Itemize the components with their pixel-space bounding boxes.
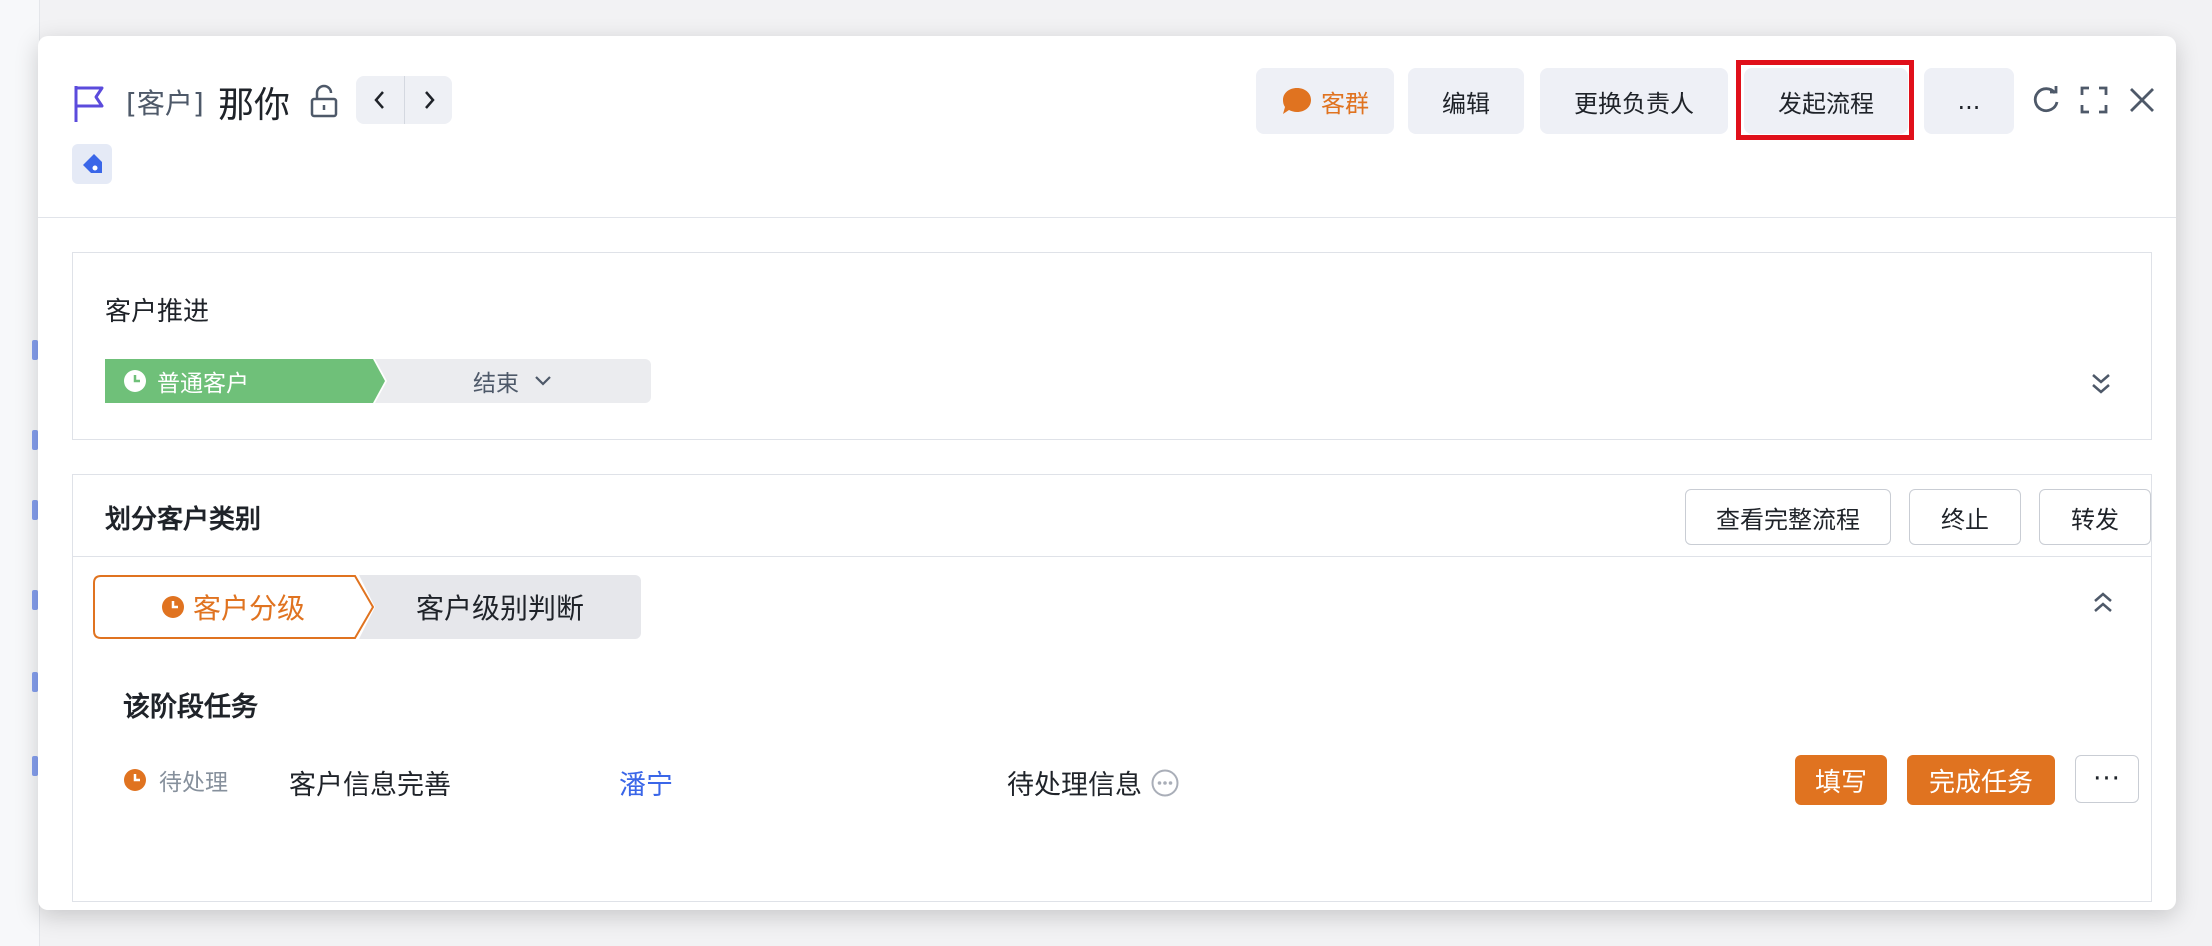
close-icon[interactable] (2124, 82, 2160, 118)
next-record-button[interactable] (404, 76, 452, 124)
flag-icon (74, 86, 104, 122)
stage-active[interactable]: 普通客户 (105, 359, 385, 403)
forward-button[interactable]: 转发 (2039, 489, 2151, 545)
record-type-label: [客户] (126, 87, 204, 120)
clock-icon (124, 769, 146, 791)
collapse-icon[interactable] (2091, 589, 2115, 615)
ellipsis-circle-icon[interactable] (1150, 768, 1180, 798)
process-stage-active[interactable]: 客户分级 (93, 575, 375, 639)
task-name: 客户信息完善 (289, 770, 451, 801)
group-chat-label: 客群 (1321, 89, 1369, 118)
customer-progress-card: 客户推进 普通客户 结束 (72, 252, 2152, 440)
task-info-label: 待处理信息 (1007, 770, 1142, 801)
process-card: 划分客户类别 查看完整流程 终止 转发 客户分级 客户级别判断 该阶段任务 待处… (72, 474, 2152, 902)
tag-button[interactable] (72, 144, 112, 184)
chevron-down-icon (535, 376, 551, 386)
stage-bar: 普通客户 结束 (105, 359, 651, 403)
task-status: 待处理 (123, 763, 228, 797)
prev-record-button[interactable] (356, 76, 404, 124)
chat-bubble-icon (1283, 88, 1311, 114)
stage-end[interactable]: 结束 (375, 359, 651, 403)
clock-icon (161, 596, 184, 618)
expand-icon[interactable] (2089, 371, 2113, 397)
process-stage-next[interactable]: 客户级别判断 (359, 575, 641, 639)
record-name: 那你 (218, 85, 291, 126)
prev-icon (374, 91, 384, 109)
process-stage-text: 客户分级 (192, 592, 305, 625)
process-stages: 客户分级 客户级别判断 (93, 575, 653, 639)
lock-icon[interactable] (308, 84, 340, 120)
refresh-icon[interactable] (2028, 82, 2064, 118)
task-status-label: 待处理 (159, 770, 228, 796)
record-detail-dialog: [客户] 那你 客群 编辑 更换负责人 发起流程 ... 客户推进 普通客户 结… (38, 36, 2176, 910)
more-actions-button[interactable]: ... (1924, 68, 2014, 134)
group-chat-button[interactable]: 客群 (1256, 68, 1394, 134)
tag-icon (83, 154, 102, 173)
highlight-annotation (1736, 60, 1914, 140)
view-full-process-button[interactable]: 查看完整流程 (1685, 489, 1891, 545)
complete-task-button[interactable]: 完成任务 (1907, 755, 2055, 805)
stage-label: 结束 (473, 371, 519, 397)
process-title: 划分客户类别 (105, 505, 262, 535)
task-row: 待处理 客户信息完善 潘宁 待处理信息 填写 完成任务 ··· (73, 751, 2151, 811)
clock-icon (124, 370, 146, 392)
card-title: 客户推进 (105, 297, 210, 327)
task-owner-link[interactable]: 潘宁 (619, 763, 673, 802)
task-more-button[interactable]: ··· (2075, 755, 2139, 803)
dialog-header: [客户] 那你 客群 编辑 更换负责人 发起流程 ... (38, 36, 2176, 218)
terminate-button[interactable]: 终止 (1909, 489, 2021, 545)
edit-button[interactable]: 编辑 (1408, 68, 1524, 134)
change-owner-button[interactable]: 更换负责人 (1540, 68, 1728, 134)
background-page-strip (0, 0, 40, 946)
task-section-title: 该阶段任务 (123, 692, 258, 723)
record-navigation (356, 76, 452, 124)
task-info: 待处理信息 (1007, 763, 1180, 802)
fill-button[interactable]: 填写 (1795, 755, 1887, 805)
process-card-header: 划分客户类别 查看完整流程 终止 转发 (73, 475, 2151, 557)
fullscreen-icon[interactable] (2076, 82, 2112, 118)
stage-label: 普通客户 (157, 371, 249, 397)
next-icon (424, 91, 435, 109)
process-stage-label: 客户分级 (161, 587, 305, 627)
